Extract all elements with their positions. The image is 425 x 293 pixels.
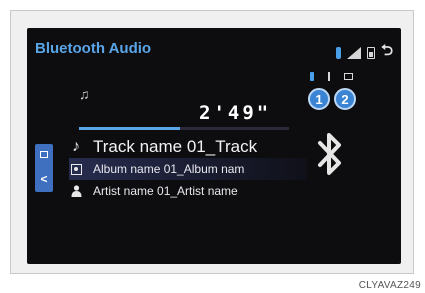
figure-code: CLYAVAZ249 <box>358 280 421 291</box>
source-menu-tab[interactable]: < <box>35 144 53 192</box>
device-2-button[interactable]: 2 <box>334 88 356 110</box>
bluetooth-icon <box>318 133 341 175</box>
phone-bluetooth-icon <box>310 72 314 81</box>
display-screen: Bluetooth Audio ⮌ 1 2 ♫ 2'49" < ♪ Track … <box>27 28 401 264</box>
device-selector: 1 2 <box>308 88 356 110</box>
screen-title: Bluetooth Audio <box>35 40 152 57</box>
signal-strength-icon <box>346 46 361 59</box>
track-row: ♪ Track name 01_Track <box>69 136 257 158</box>
album-icon <box>70 163 82 175</box>
track-name: Track name 01_Track <box>93 137 258 156</box>
status-bar: ⮌ <box>335 40 393 65</box>
battery-icon <box>366 46 375 59</box>
artist-row: Artist name 01_Artist name <box>69 180 238 202</box>
progress-bar <box>79 127 289 130</box>
bluetooth-status-icon <box>335 46 341 59</box>
elapsed-time: 2'49" <box>199 102 272 124</box>
menu-square-icon <box>40 151 48 159</box>
phone-battery-icon <box>344 73 353 80</box>
music-note-icon: ♫ <box>79 86 90 102</box>
album-name: Album name 01_Album nam <box>93 162 245 176</box>
artist-icon <box>69 185 83 197</box>
phone-signal-icon <box>328 72 330 81</box>
chevron-left-icon: < <box>40 171 48 186</box>
phone-indicators <box>310 72 353 81</box>
back-icon[interactable]: ⮌ <box>381 40 393 65</box>
device-1-button[interactable]: 1 <box>308 88 330 110</box>
track-note-icon: ♪ <box>72 138 80 155</box>
progress-fill <box>79 127 180 130</box>
artist-name: Artist name 01_Artist name <box>93 184 238 198</box>
album-row: Album name 01_Album nam <box>69 158 307 180</box>
